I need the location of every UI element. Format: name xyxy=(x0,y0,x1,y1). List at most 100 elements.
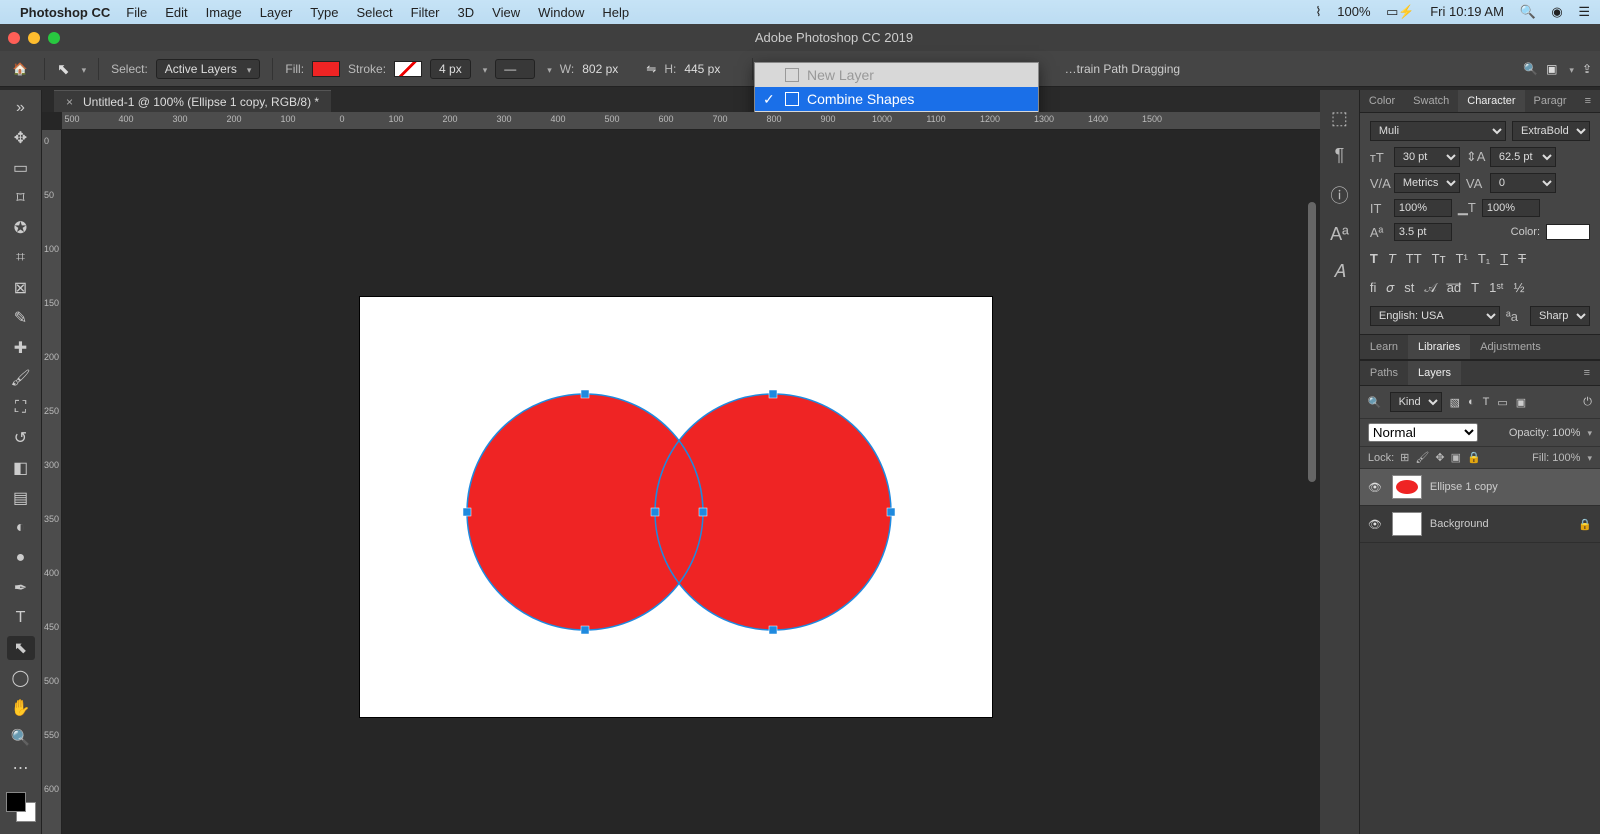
layer-filter-kind[interactable]: Kind xyxy=(1390,392,1442,412)
smallcaps-button[interactable]: Tᴛ xyxy=(1432,251,1446,266)
tab-paragraph[interactable]: Paragr xyxy=(1525,90,1576,112)
kerning-select[interactable]: Metrics xyxy=(1394,173,1460,193)
strike-button[interactable]: T xyxy=(1518,251,1526,266)
ot-fi[interactable]: fi xyxy=(1370,280,1377,296)
menu-help[interactable]: Help xyxy=(602,5,629,20)
filter-image-icon[interactable]: ▧ xyxy=(1450,396,1460,409)
window-minimize-button[interactable] xyxy=(28,32,40,44)
language-select[interactable]: English: USA xyxy=(1370,306,1500,326)
ot-swash[interactable]: 𝒜 xyxy=(1424,280,1436,296)
text-color-swatch[interactable] xyxy=(1546,224,1590,240)
search-icon[interactable]: 🔍 xyxy=(1523,62,1538,76)
font-weight-select[interactable]: ExtraBold xyxy=(1512,121,1590,141)
dock-icon[interactable]: Aª xyxy=(1330,224,1349,245)
blur-tool[interactable]: ◐ xyxy=(7,516,35,540)
healing-tool[interactable]: ✚ xyxy=(7,336,35,360)
menu-layer[interactable]: Layer xyxy=(260,5,293,20)
menu-filter[interactable]: Filter xyxy=(411,5,440,20)
menu-view[interactable]: View xyxy=(492,5,520,20)
tracking-input[interactable]: 0 xyxy=(1490,173,1556,193)
artboard[interactable] xyxy=(360,297,992,717)
filter-search-icon[interactable]: 🔍 xyxy=(1368,396,1382,409)
frame-tool[interactable]: ⊠ xyxy=(7,276,35,300)
siri-icon[interactable]: ◉ xyxy=(1551,4,1562,19)
dock-icon[interactable]: ¶ xyxy=(1335,145,1345,166)
font-family-select[interactable]: Muli xyxy=(1370,121,1506,141)
stamp-tool[interactable]: ⛶ xyxy=(7,396,35,420)
height-input[interactable] xyxy=(684,62,740,76)
superscript-button[interactable]: T¹ xyxy=(1456,251,1468,266)
window-close-button[interactable] xyxy=(8,32,20,44)
history-brush-tool[interactable]: ↺ xyxy=(7,426,35,450)
home-button[interactable]: 🏠 xyxy=(8,57,32,81)
ot-frac[interactable]: ½ xyxy=(1514,280,1525,296)
zoom-tool[interactable]: 🔍 xyxy=(7,726,35,750)
brush-tool[interactable]: 🖌 xyxy=(7,366,35,390)
fill-swatch[interactable] xyxy=(312,61,340,77)
visibility-icon[interactable]: 👁 xyxy=(1368,518,1384,531)
ot-t[interactable]: T xyxy=(1471,280,1479,296)
panel-menu-icon[interactable]: ≡ xyxy=(1574,361,1600,385)
baseline-input[interactable] xyxy=(1394,223,1452,241)
fg-bg-swatch[interactable] xyxy=(6,792,36,822)
panel-menu-icon[interactable]: ≡ xyxy=(1576,90,1600,112)
layer-thumbnail[interactable] xyxy=(1392,475,1422,499)
filter-adjust-icon[interactable]: ◐ xyxy=(1468,396,1475,408)
tab-layers[interactable]: Layers xyxy=(1408,361,1461,385)
link-wh-icon[interactable]: ⇋ xyxy=(646,62,656,76)
dock-icon[interactable]: ⓘ xyxy=(1330,182,1348,208)
path-select-tool[interactable]: ⬉ xyxy=(7,636,35,660)
font-size-input[interactable]: 30 pt xyxy=(1394,147,1460,167)
antialias-select[interactable]: Sharp xyxy=(1530,306,1590,326)
dodge-tool[interactable]: ● xyxy=(7,546,35,570)
ot-1st[interactable]: 1ˢᵗ xyxy=(1489,280,1504,296)
collapse-icon[interactable]: » xyxy=(7,96,35,120)
underline-button[interactable]: T xyxy=(1500,251,1508,266)
hscale-input[interactable] xyxy=(1482,199,1540,217)
tab-paths[interactable]: Paths xyxy=(1360,361,1408,385)
crop-tool[interactable]: ⌗ xyxy=(7,246,35,270)
workspace-icon[interactable]: ▣ xyxy=(1546,62,1557,76)
filter-smart-icon[interactable]: ▣ xyxy=(1516,396,1526,409)
layer-row[interactable]: 👁 Ellipse 1 copy xyxy=(1360,469,1600,506)
gradient-tool[interactable]: ▤ xyxy=(7,486,35,510)
dock-icon[interactable]: ⬚ xyxy=(1331,108,1348,129)
spotlight-icon[interactable]: 🔍 xyxy=(1520,4,1536,19)
menu-select[interactable]: Select xyxy=(356,5,392,20)
eyedropper-tool[interactable]: ✎ xyxy=(7,306,35,330)
layer-row[interactable]: 👁 Background 🔒 xyxy=(1360,506,1600,543)
type-tool[interactable]: T xyxy=(7,606,35,630)
edit-toolbar-icon[interactable]: ⋯ xyxy=(7,756,35,780)
opacity-value[interactable]: 100% xyxy=(1552,427,1580,439)
italic-button[interactable]: T xyxy=(1388,251,1396,266)
window-zoom-button[interactable] xyxy=(48,32,60,44)
tab-color[interactable]: Color xyxy=(1360,90,1404,112)
stroke-width-input[interactable]: 4 px xyxy=(430,59,471,79)
visibility-icon[interactable]: 👁 xyxy=(1368,481,1384,494)
tab-adjustments[interactable]: Adjustments xyxy=(1470,335,1551,359)
scrollbar-vertical[interactable] xyxy=(1308,152,1316,794)
marquee-tool[interactable]: ▭ xyxy=(7,156,35,180)
tab-libraries[interactable]: Libraries xyxy=(1408,335,1470,359)
filter-type-icon[interactable]: T xyxy=(1483,396,1490,408)
lock-icon[interactable]: 🔒 xyxy=(1578,518,1592,531)
width-input[interactable] xyxy=(582,62,638,76)
wifi-icon[interactable]: ⌇ xyxy=(1315,4,1321,19)
path-op-combine[interactable]: Combine Shapes xyxy=(755,87,1038,111)
lock-pixels-icon[interactable]: ⊞ xyxy=(1400,451,1409,464)
battery-icon[interactable]: ▭⚡ xyxy=(1386,4,1414,19)
tab-character[interactable]: Character xyxy=(1458,90,1524,112)
pen-tool[interactable]: ✒ xyxy=(7,576,35,600)
select-dropdown[interactable]: Active Layers xyxy=(156,59,261,79)
menu-extras-icon[interactable]: ☰ xyxy=(1578,4,1590,19)
allcaps-button[interactable]: TT xyxy=(1406,251,1422,266)
vscale-input[interactable] xyxy=(1394,199,1452,217)
app-name[interactable]: Photoshop CC xyxy=(20,5,110,20)
lock-move-icon[interactable]: ✥ xyxy=(1435,451,1444,464)
layer-name[interactable]: Background xyxy=(1430,518,1489,530)
quick-select-tool[interactable]: ✪ xyxy=(7,216,35,240)
move-tool[interactable]: ✥ xyxy=(7,126,35,150)
ruler-vertical[interactable]: 050100150200250300350400450500550600 xyxy=(42,130,62,834)
share-icon[interactable]: ⇪ xyxy=(1582,62,1592,76)
leading-input[interactable]: 62.5 pt xyxy=(1490,147,1556,167)
